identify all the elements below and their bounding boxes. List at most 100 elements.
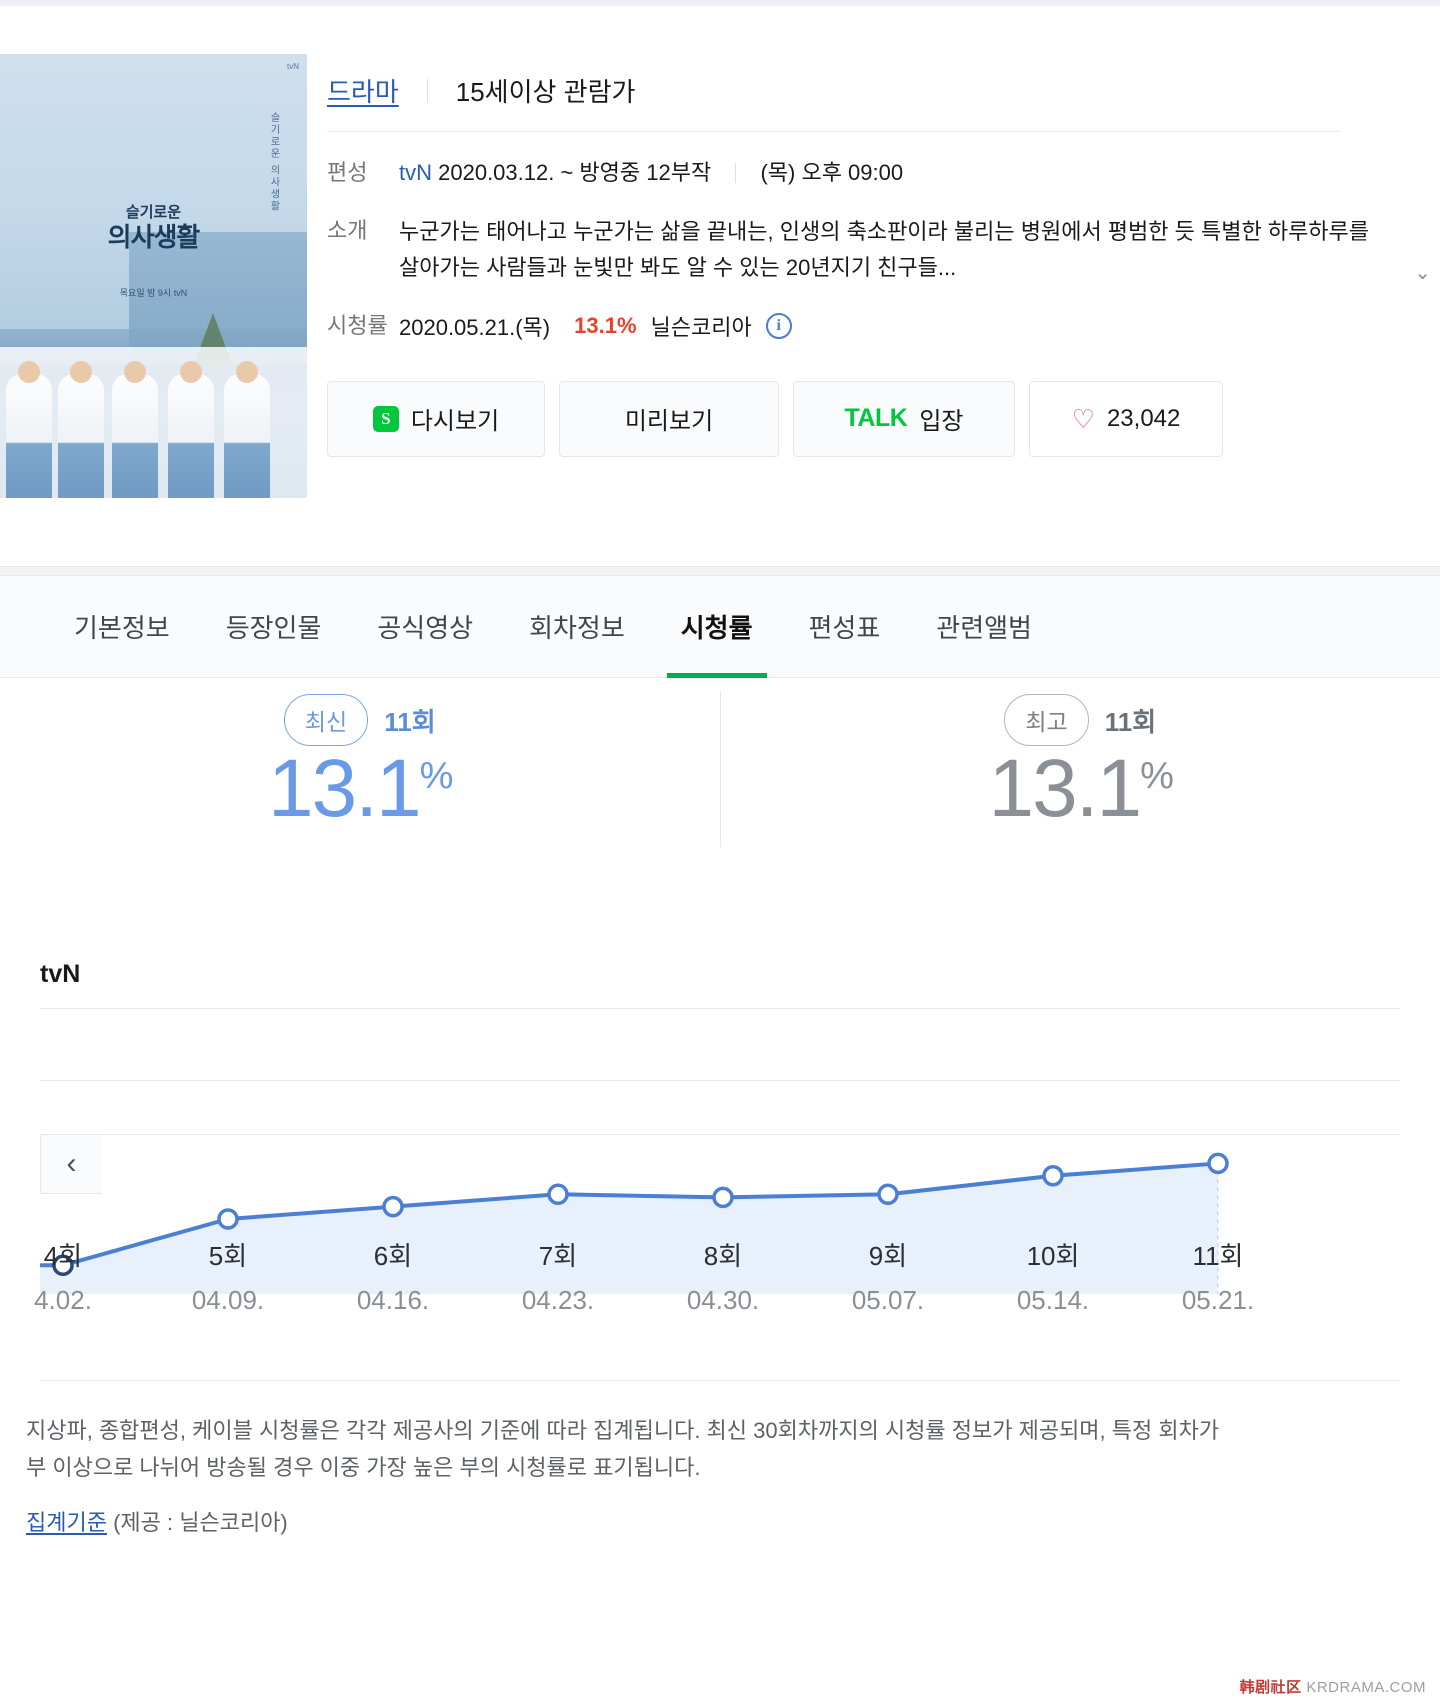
chart-gridline xyxy=(40,1008,1400,1009)
genre-divider xyxy=(426,78,428,103)
x-axis-episode: 6회 xyxy=(373,1241,413,1271)
chart-point xyxy=(217,1208,239,1230)
aggregation-criteria-link[interactable]: 집계기준 xyxy=(26,1510,107,1535)
footer-link-row: 집계기준 (제공 : 닐슨코리아) xyxy=(26,1505,1416,1537)
chart-point xyxy=(1042,1165,1064,1187)
poster-figure xyxy=(168,373,214,498)
summary-latest-value: 13.1 xyxy=(268,743,422,834)
viewership-source: 닐슨코리아 xyxy=(650,314,752,340)
description-row: 소개 누군가는 태어나고 누군가는 삶을 끝내는, 인생의 축소판이라 불리는 … xyxy=(327,190,1440,287)
poster-figure xyxy=(112,373,158,498)
x-axis-tick: 5회 04.09. xyxy=(192,1236,264,1316)
talk-button[interactable]: TALK 입장 xyxy=(793,380,1015,457)
poster-figure xyxy=(6,373,52,498)
poster-corner-logo: tvN xyxy=(287,62,299,71)
hero-section: 슬기로운 의사생활 목요일 밤 9시 tvN 슬기로운 의사생활 tvN 드라마… xyxy=(0,6,1440,566)
poster-image[interactable]: 슬기로운 의사생활 목요일 밤 9시 tvN 슬기로운 의사생활 tvN xyxy=(0,54,307,498)
info-icon[interactable]: i xyxy=(765,312,792,339)
summary-latest: 최신 11회 13.1% xyxy=(0,678,720,836)
x-axis-episode: 4회 xyxy=(43,1241,83,1271)
x-axis-date: 04.09. xyxy=(191,1285,265,1315)
summary-best-unit: % xyxy=(1140,755,1174,797)
description-text: 누군가는 태어나고 누군가는 삶을 끝내는, 인생의 축소판이라 불리는 병원에… xyxy=(399,219,1370,281)
description-key: 소개 xyxy=(327,218,368,244)
poster-figure-head xyxy=(124,360,146,383)
like-button[interactable]: ♡ 23,042 xyxy=(1029,380,1223,457)
poster-vertical-text: 슬기로운 의사생활 xyxy=(268,112,279,213)
tab-characters[interactable]: 등장인물 xyxy=(198,576,350,678)
viewership-date: 2020.05.21.(목) xyxy=(399,314,551,340)
summary-best: 최고 11회 13.1% xyxy=(721,678,1440,836)
x-axis-date: 04.23. xyxy=(521,1285,595,1315)
chart-point xyxy=(1207,1152,1229,1175)
x-axis-tick: 6회 04.16. xyxy=(357,1236,429,1316)
talk-button-label: 입장 xyxy=(919,408,964,436)
chart-point xyxy=(712,1186,734,1209)
tab-episode-info[interactable]: 회차정보 xyxy=(501,576,653,678)
poster-figure-head xyxy=(70,360,92,383)
chart-point xyxy=(547,1183,569,1206)
tab-related-album[interactable]: 관련앨범 xyxy=(908,576,1060,678)
poster-figure-head xyxy=(180,360,202,383)
chevron-down-icon[interactable]: ⌄ xyxy=(1414,260,1431,285)
x-axis-episode: 11회 xyxy=(1192,1241,1244,1271)
schedule-row: 편성 tvN 2020.03.12. ~ 방영중 12부작 (목) 오후 09:… xyxy=(327,132,1440,190)
viewership-chart: tvN ‹ 9.811.311.712.112.012.112.713.1 xyxy=(0,950,1440,1410)
schedule-key: 편성 xyxy=(327,160,368,185)
x-axis-tick: 9회 05.07. xyxy=(852,1236,924,1316)
summary-latest-episode: 11회 xyxy=(384,706,436,737)
x-axis-date: 4.02. xyxy=(34,1285,92,1315)
tab-basic-info[interactable]: 기본정보 xyxy=(46,576,198,678)
x-axis-tick: 8회 04.30. xyxy=(687,1236,759,1316)
preview-button[interactable]: 미리보기 xyxy=(559,380,779,457)
summary-best-episode: 11회 xyxy=(1104,706,1157,737)
x-axis-tick: 10회 05.14. xyxy=(1017,1236,1089,1316)
tab-viewership[interactable]: 시청률 xyxy=(653,576,781,678)
preview-button-label: 미리보기 xyxy=(624,408,714,436)
chart-point xyxy=(382,1195,404,1218)
talk-logo: TALK xyxy=(844,404,908,433)
viewership-percent: 13.1% xyxy=(574,312,637,338)
tab-schedule[interactable]: 편성표 xyxy=(781,576,909,678)
x-axis-date: 04.30. xyxy=(686,1285,760,1315)
footer-line-1: 지상파, 종합편성, 케이블 시청률은 각각 제공사의 기준에 따라 집계됩니다… xyxy=(26,1418,1220,1443)
channel-link[interactable]: tvN xyxy=(399,160,432,185)
airtime-value: (목) 오후 09:00 xyxy=(760,160,904,185)
summary-best-value-group: 13.1% xyxy=(988,742,1174,836)
chart-point xyxy=(877,1183,899,1206)
watermark: 韩剧社区 KRDRAMA.COM xyxy=(1240,1676,1426,1697)
tab-bar: 기본정보 등장인물 공식영상 회차정보 시청률 편성표 관련앨범 xyxy=(0,576,1440,678)
poster-subtitle: 목요일 밤 9시 tvN xyxy=(119,288,188,298)
watch-button-label: 다시보기 xyxy=(410,408,500,436)
series-icon: S xyxy=(372,405,399,432)
genre-link[interactable]: 드라마 xyxy=(327,72,399,109)
poster-figure xyxy=(58,373,104,498)
summary-best-head: 최고 11회 xyxy=(1004,694,1156,746)
chevron-left-icon[interactable]: ‹ xyxy=(40,1134,102,1194)
viewership-key: 시청률 xyxy=(327,312,388,338)
x-axis-date: 04.16. xyxy=(356,1285,430,1315)
viewership-summary: 최신 11회 13.1% 최고 11회 13.1% xyxy=(0,678,1440,898)
poster-figure-head xyxy=(236,360,258,383)
tab-official-video[interactable]: 공식영상 xyxy=(349,576,501,678)
watch-button[interactable]: S 다시보기 xyxy=(327,380,545,457)
x-axis-episode: 10회 xyxy=(1026,1241,1080,1271)
summary-best-value: 13.1 xyxy=(988,743,1143,834)
x-axis-episode: 5회 xyxy=(208,1241,248,1271)
x-axis-tick: 4회 4.02. xyxy=(34,1236,92,1316)
tabs-separator xyxy=(0,566,1440,576)
x-axis-episode: 7회 xyxy=(538,1241,578,1271)
x-axis-date: 05.14. xyxy=(1016,1285,1090,1315)
x-axis-date: 05.07. xyxy=(851,1285,925,1315)
chart-gridline xyxy=(40,1080,1400,1081)
x-axis-tick: 11회 05.21. xyxy=(1182,1236,1254,1316)
poster-title-line2: 의사생활 xyxy=(107,222,201,252)
footer-note: 지상파, 종합편성, 케이블 시청률은 각각 제공사의 기준에 따라 집계됩니다… xyxy=(26,1412,1416,1537)
x-axis-episode: 8회 xyxy=(703,1241,743,1271)
watermark-prefix: 韩剧社区 xyxy=(1239,1679,1302,1696)
like-count: 23,042 xyxy=(1106,404,1181,432)
footer-line-2: 부 이상으로 나뉘어 방송될 경우 이중 가장 높은 부의 시청률로 표기됩니다… xyxy=(26,1455,701,1481)
poster-figure-head xyxy=(18,360,40,383)
summary-latest-head: 최신 11회 xyxy=(283,694,436,746)
schedule-value-group: tvN 2020.03.12. ~ 방영중 12부작 (목) 오후 09:00 xyxy=(399,156,903,190)
